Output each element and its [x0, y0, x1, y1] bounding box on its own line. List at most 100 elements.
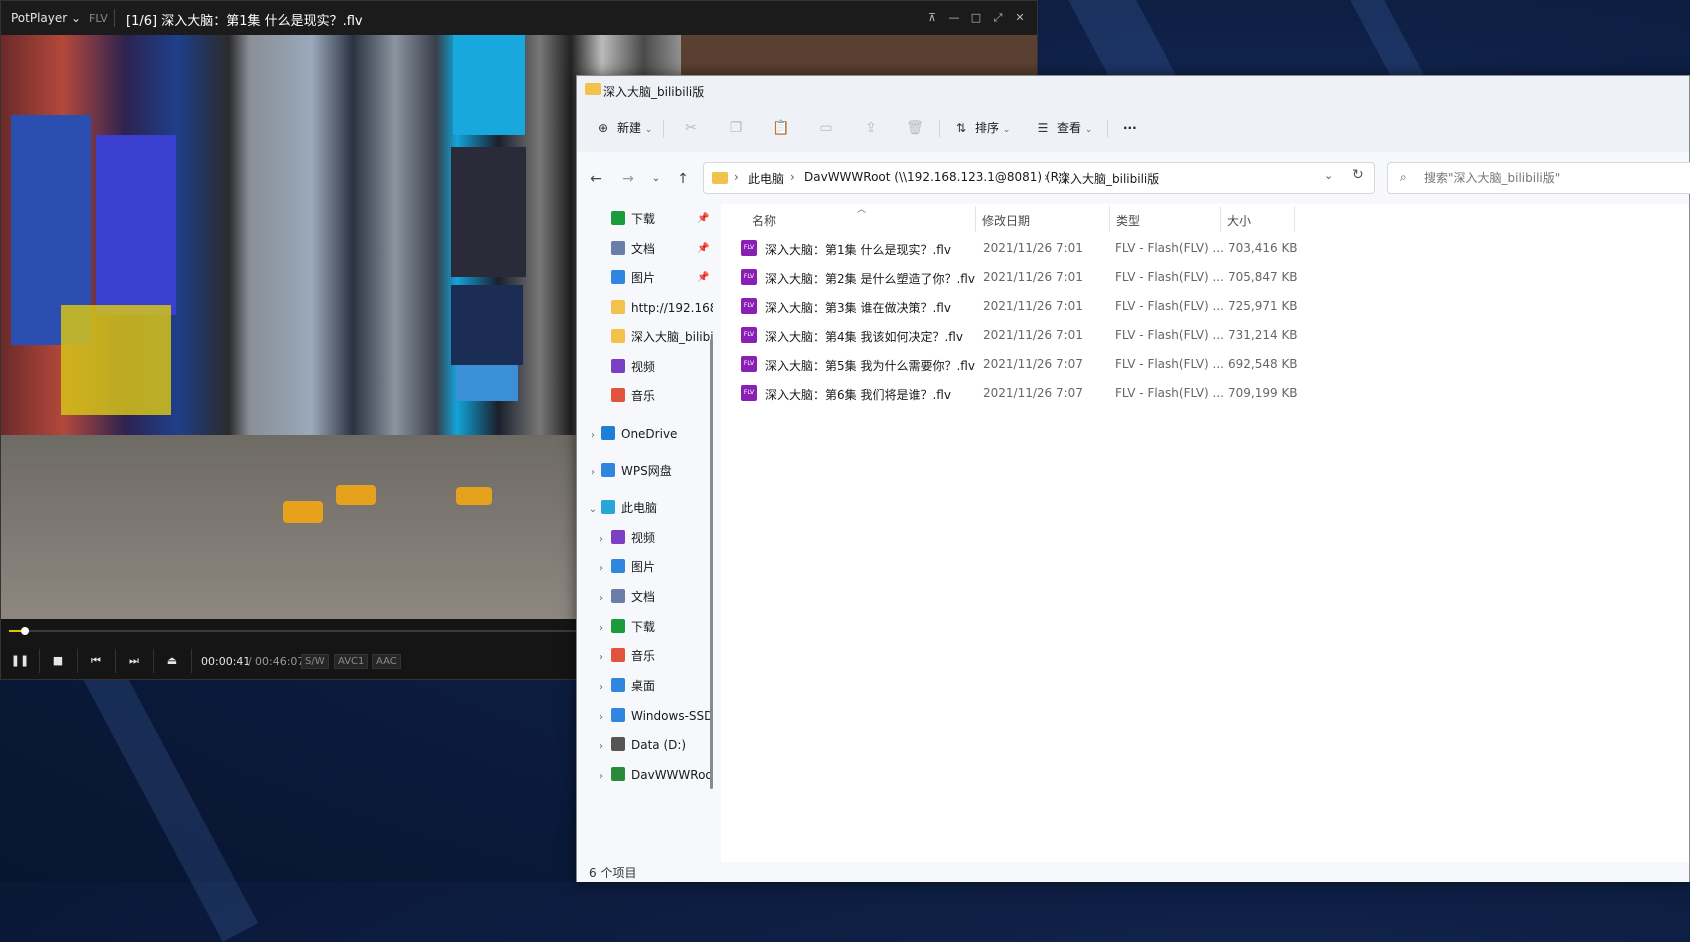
- taxi: [283, 501, 323, 523]
- file-row[interactable]: FLV 深入大脑：第6集 我们将是谁？.flv 2021/11/26 7:07 FLV…: [731, 379, 1298, 407]
- new-button[interactable]: ⊕ 新建 ⌄: [595, 116, 652, 140]
- chevron-right-icon[interactable]: ›: [585, 460, 601, 486]
- sidebar-item[interactable]: 下载 📌: [611, 206, 709, 232]
- sidebar-item[interactable]: 文档 📌: [611, 236, 709, 262]
- sidebar-item[interactable]: 图片 📌: [611, 265, 709, 291]
- next-icon[interactable]: ⏭: [122, 651, 146, 671]
- search-input[interactable]: [1424, 171, 1684, 185]
- eject-icon[interactable]: ⏏: [160, 651, 184, 671]
- breadcrumb-this-pc[interactable]: 此电脑: [748, 170, 784, 187]
- file-row[interactable]: FLV 深入大脑：第3集 谁在做决策？.flv 2021/11/26 7:01 FLV…: [731, 292, 1298, 320]
- column-date[interactable]: 修改日期: [982, 212, 1030, 229]
- seek-handle[interactable]: [21, 627, 30, 635]
- recent-locations-icon[interactable]: ⌄: [645, 168, 667, 190]
- video-codec-tag[interactable]: AVC1: [334, 654, 369, 669]
- sidebar-item[interactable]: 音乐: [611, 383, 655, 409]
- sidebar-item[interactable]: › 文档: [593, 584, 655, 610]
- view-button[interactable]: ☰ 查看 ⌄: [1035, 116, 1093, 140]
- sidebar-item[interactable]: › Data (D:): [593, 732, 686, 758]
- refresh-icon[interactable]: ↻: [1352, 167, 1364, 183]
- minimize-icon[interactable]: —: [943, 9, 965, 27]
- sidebar-item[interactable]: › OneDrive: [585, 421, 677, 447]
- sidebar-item[interactable]: http://192.168: [611, 295, 713, 321]
- control-divider: [153, 649, 154, 673]
- column-headers: ︿ 名称 修改日期 类型 大小: [721, 204, 1689, 234]
- video-icon: [611, 530, 625, 544]
- file-row[interactable]: FLV 深入大脑：第4集 我该如何决定？.flv 2021/11/26 7:01 FL…: [731, 321, 1298, 349]
- folder-icon: [611, 329, 625, 343]
- navigation-bar: ← → ⌄ ↑ › 此电脑 › DavWWWRoot (\\192.168.12…: [577, 152, 1690, 204]
- sidebar-scrollbar[interactable]: [710, 339, 713, 789]
- sidebar-item-label: 此电脑: [621, 501, 658, 515]
- file-type: FLV - Flash(FLV) ...: [1115, 357, 1224, 371]
- search-box[interactable]: ⌕: [1387, 162, 1690, 194]
- file-row[interactable]: FLV 深入大脑：第5集 我为什么需要你？.flv 2021/11/26 7:07 F…: [731, 350, 1298, 378]
- sidebar-item[interactable]: › 视频: [593, 525, 655, 551]
- delete-icon[interactable]: 🗑: [903, 116, 927, 140]
- file-row[interactable]: FLV 深入大脑：第1集 什么是现实？.flv 2021/11/26 7:01 FLV…: [731, 234, 1298, 262]
- chevron-down-icon[interactable]: ⌄: [1324, 169, 1333, 182]
- sidebar-item[interactable]: › 桌面: [593, 673, 655, 699]
- decoder-tag[interactable]: S/W: [301, 654, 329, 669]
- address-bar[interactable]: › 此电脑 › DavWWWRoot (\\192.168.123.1@8081…: [703, 162, 1375, 194]
- rename-icon[interactable]: ▭: [814, 116, 838, 140]
- forward-icon[interactable]: →: [617, 168, 639, 190]
- sidebar-item[interactable]: › WPS网盘: [585, 458, 672, 484]
- column-divider: [1220, 206, 1221, 232]
- drive-icon: [611, 737, 625, 751]
- previous-icon[interactable]: ⏮: [84, 651, 108, 671]
- potplayer-menu-button[interactable]: PotPlayer ⌄: [11, 11, 81, 25]
- sidebar-item[interactable]: › DavWWWRoot: [593, 762, 713, 788]
- chevron-down-icon[interactable]: ⌄: [585, 497, 601, 523]
- sort-button[interactable]: ⇅ 排序 ⌄: [953, 116, 1010, 140]
- pin-icon: 📌: [697, 243, 710, 254]
- paste-icon[interactable]: 📋: [769, 116, 793, 140]
- sidebar-item[interactable]: 深入大脑_bilibi: [611, 324, 713, 350]
- back-icon[interactable]: ←: [585, 168, 607, 190]
- maximize-icon[interactable]: □: [965, 9, 987, 27]
- chevron-right-icon[interactable]: ›: [585, 423, 601, 449]
- up-icon[interactable]: ↑: [672, 168, 694, 190]
- cut-icon[interactable]: ✂: [679, 116, 703, 140]
- breadcrumb-current-folder[interactable]: 深入大脑_bilibili版: [1058, 170, 1159, 187]
- sidebar-item[interactable]: › Windows-SSD: [593, 703, 713, 729]
- chevron-right-icon[interactable]: ›: [593, 527, 609, 553]
- column-name[interactable]: 名称: [752, 212, 776, 229]
- billboard-center: [451, 147, 526, 277]
- chevron-down-icon: ⌄: [71, 11, 82, 25]
- column-size[interactable]: 大小: [1227, 212, 1251, 229]
- close-icon[interactable]: ✕: [1009, 9, 1031, 27]
- sidebar-item[interactable]: › 下载: [593, 614, 655, 640]
- stop-icon[interactable]: ■: [46, 651, 70, 671]
- sidebar-item[interactable]: ⌄ 此电脑: [585, 495, 657, 521]
- file-type: FLV - Flash(FLV) ...: [1115, 241, 1224, 255]
- taxi: [456, 487, 492, 505]
- pin-icon: 📌: [697, 272, 710, 283]
- pin-icon[interactable]: ⊼: [921, 9, 943, 27]
- pause-icon[interactable]: ❚❚: [8, 651, 32, 671]
- sidebar-item-label: 文档: [631, 590, 656, 604]
- chevron-right-icon[interactable]: ›: [593, 645, 609, 671]
- chevron-right-icon[interactable]: ›: [593, 764, 609, 790]
- file-name: 深入大脑：第1集 什么是现实？.flv: [765, 243, 951, 257]
- chevron-right-icon[interactable]: ›: [593, 675, 609, 701]
- chevron-right-icon[interactable]: ›: [593, 556, 609, 582]
- audio-codec-tag[interactable]: AAC: [372, 654, 401, 669]
- more-options-button[interactable]: ···: [1123, 116, 1137, 140]
- explorer-titlebar[interactable]: 深入大脑_bilibili版: [577, 76, 1689, 104]
- sidebar-item[interactable]: 视频: [611, 354, 655, 380]
- fullscreen-icon[interactable]: ⤢: [987, 9, 1009, 27]
- copy-icon[interactable]: ❐: [724, 116, 748, 140]
- sidebar-item[interactable]: › 音乐: [593, 643, 655, 669]
- potplayer-titlebar[interactable]: PotPlayer ⌄ FLV [1/6] 深入大脑：第1集 什么是现实？.fl…: [1, 1, 1037, 35]
- chevron-right-icon[interactable]: ›: [593, 616, 609, 642]
- share-icon[interactable]: ⇪: [859, 116, 883, 140]
- chevron-right-icon[interactable]: ›: [593, 705, 609, 731]
- column-type[interactable]: 类型: [1116, 212, 1140, 229]
- chevron-right-icon[interactable]: ›: [593, 734, 609, 760]
- breadcrumb-network-drive[interactable]: DavWWWRoot (\\192.168.123.1@8081) (R:): [804, 170, 1067, 184]
- chevron-right-icon[interactable]: ›: [593, 586, 609, 612]
- file-date: 2021/11/26 7:01: [983, 241, 1083, 255]
- sidebar-item[interactable]: › 图片: [593, 554, 655, 580]
- file-row[interactable]: FLV 深入大脑：第2集 是什么塑造了你？.flv 2021/11/26 7:01 F…: [731, 263, 1298, 291]
